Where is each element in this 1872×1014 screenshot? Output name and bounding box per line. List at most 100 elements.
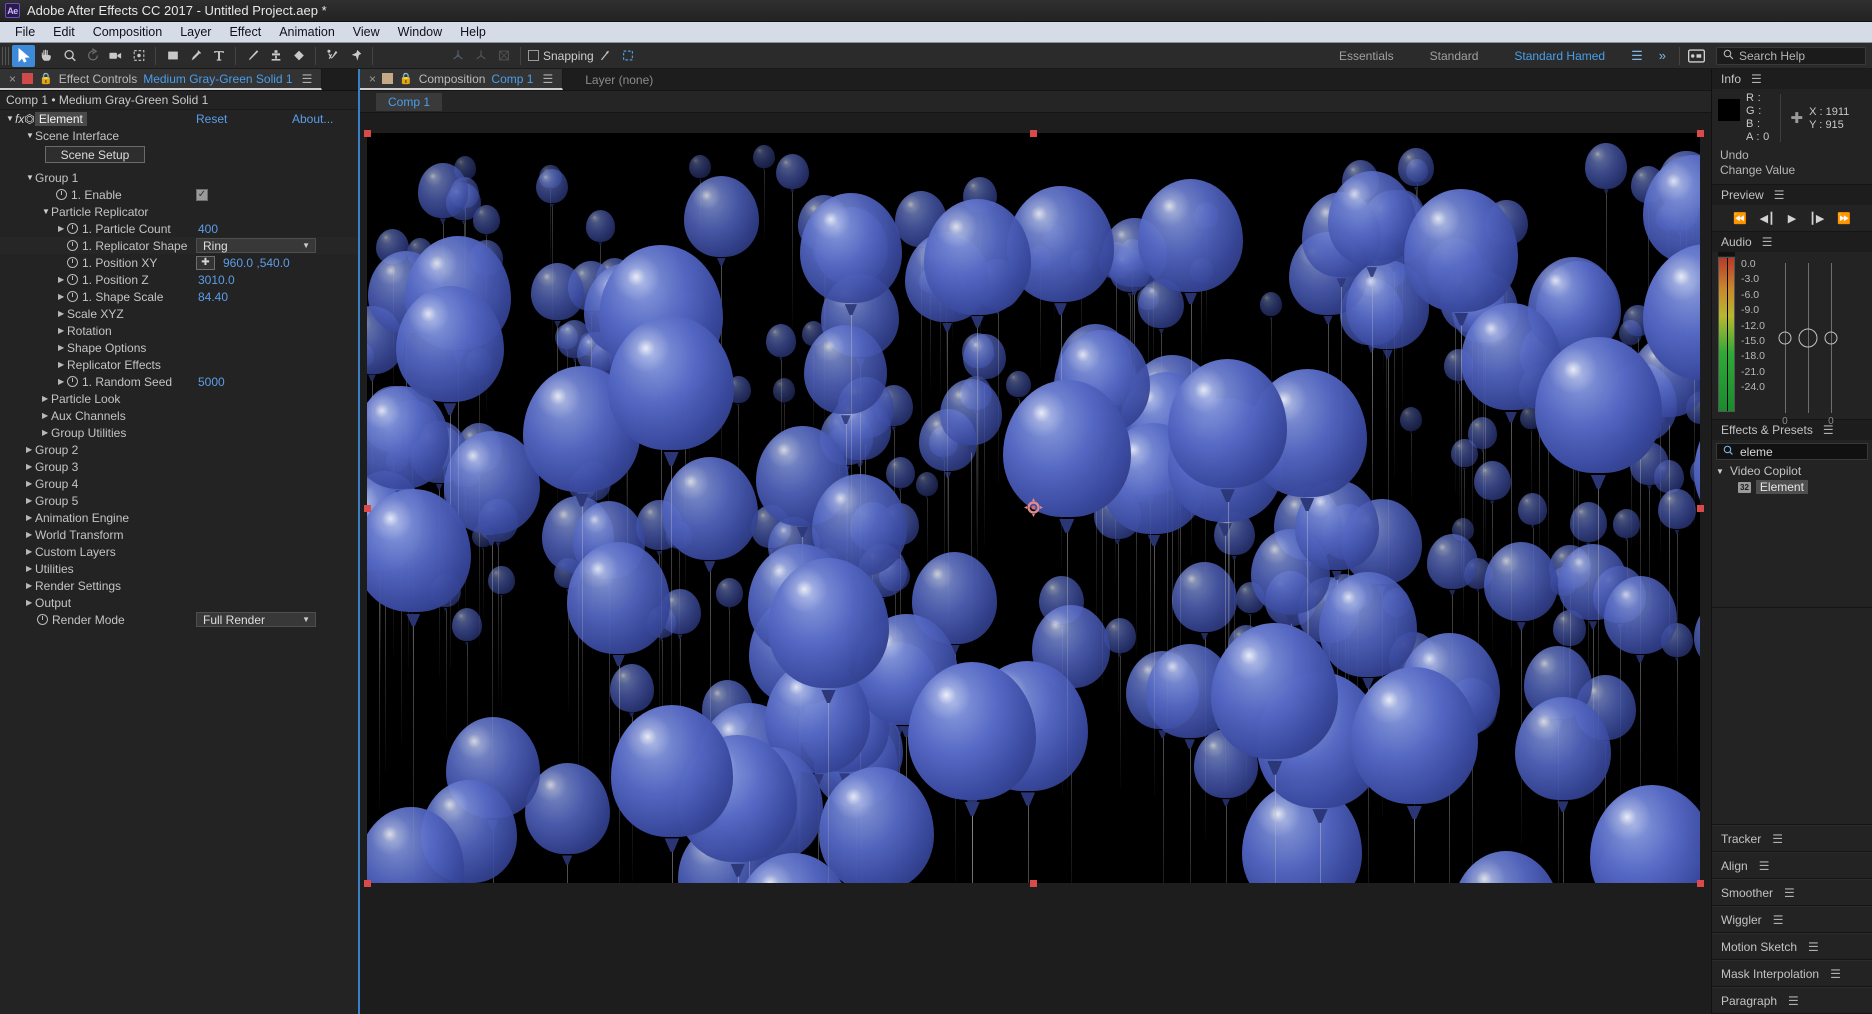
snapping-toggle[interactable]: Snapping [528, 49, 594, 63]
selection-handle-tc[interactable] [1030, 130, 1037, 137]
shape-scale-value[interactable]: 84.40 [198, 290, 228, 304]
hand-tool-icon[interactable] [35, 45, 58, 67]
row-utilities[interactable]: ▶ Utilities [0, 560, 358, 577]
panel-menu-icon[interactable]: ☰ [1830, 967, 1841, 981]
expand-triangle-icon[interactable]: ▶ [58, 343, 67, 352]
panel-menu-icon[interactable]: ☰ [1784, 886, 1795, 900]
menu-help[interactable]: Help [451, 22, 495, 42]
row-position-xy[interactable]: 1. Position XY ✚ 960.0 ,540.0 [0, 254, 358, 271]
panel-menu-icon[interactable]: ☰ [1773, 913, 1784, 927]
position-xy-value[interactable]: 960.0 ,540.0 [223, 256, 290, 270]
stopwatch-icon[interactable] [37, 614, 48, 625]
panel-menu-icon[interactable]: ☰ [1759, 859, 1770, 873]
fader-knob[interactable] [1798, 328, 1818, 348]
expand-triangle-icon[interactable]: ▼ [6, 114, 15, 123]
eraser-tool-icon[interactable] [287, 45, 310, 67]
anchor-point-icon[interactable] [1024, 498, 1043, 517]
paragraph-panel-header[interactable]: Paragraph ☰ [1712, 987, 1872, 1014]
menu-window[interactable]: Window [389, 22, 451, 42]
expand-triangle-icon[interactable]: ▶ [26, 479, 35, 488]
workspace-overflow-icon[interactable]: » [1651, 43, 1674, 69]
lock-icon[interactable]: 🔒 [39, 72, 53, 85]
row-custom-layers[interactable]: ▶ Custom Layers [0, 543, 358, 560]
selection-handle-br[interactable] [1697, 880, 1704, 887]
random-seed-value[interactable]: 5000 [198, 375, 225, 389]
roto-brush-tool-icon[interactable] [321, 45, 344, 67]
effects-group-video-copilot[interactable]: ▼ Video Copilot [1712, 463, 1872, 479]
smoother-panel-header[interactable]: Smoother ☰ [1712, 879, 1872, 906]
selection-handle-ml[interactable] [364, 505, 371, 512]
puppet-pin-tool-icon[interactable] [344, 45, 367, 67]
row-particle-replicator[interactable]: ▼ Particle Replicator [0, 203, 358, 220]
expand-triangle-icon[interactable]: ▶ [26, 530, 35, 539]
selection-handle-tl[interactable] [364, 130, 371, 137]
expand-triangle-icon[interactable]: ▶ [26, 496, 35, 505]
row-replicator-effects[interactable]: ▶ Replicator Effects [0, 356, 358, 373]
effects-search-input[interactable]: eleme [1716, 443, 1868, 460]
row-replicator-shape[interactable]: 1. Replicator Shape Ring ▼ [0, 237, 358, 254]
expand-triangle-icon[interactable]: ▶ [58, 292, 67, 301]
stopwatch-icon[interactable] [67, 376, 78, 387]
next-frame-icon[interactable]: ┃▶ [1809, 212, 1824, 225]
row-group-4[interactable]: ▶ Group 4 [0, 475, 358, 492]
selection-handle-bc[interactable] [1030, 880, 1037, 887]
panel-menu-icon[interactable]: ☰ [302, 72, 313, 86]
row-particle-count[interactable]: ▶ 1. Particle Count 400 [0, 220, 358, 237]
row-group-5[interactable]: ▶ Group 5 [0, 492, 358, 509]
row-shape-options[interactable]: ▶ Shape Options [0, 339, 358, 356]
wiggler-panel-header[interactable]: Wiggler ☰ [1712, 906, 1872, 933]
expand-triangle-icon[interactable]: ▶ [26, 462, 35, 471]
expand-triangle-icon[interactable]: ▶ [58, 360, 67, 369]
motion-sketch-panel-header[interactable]: Motion Sketch ☰ [1712, 933, 1872, 960]
shape-tool-icon[interactable] [161, 45, 184, 67]
row-position-z[interactable]: ▶ 1. Position Z 3010.0 [0, 271, 358, 288]
selection-tool-icon[interactable] [12, 44, 35, 67]
row-group-2[interactable]: ▶ Group 2 [0, 441, 358, 458]
menu-edit[interactable]: Edit [44, 22, 84, 42]
selection-handle-bl[interactable] [364, 880, 371, 887]
row-render-settings[interactable]: ▶ Render Settings [0, 577, 358, 594]
orbit-camera-icon[interactable] [469, 45, 492, 67]
enable-checkbox[interactable]: ✓ [196, 188, 208, 201]
stopwatch-icon[interactable] [67, 240, 78, 251]
replicator-shape-dropdown[interactable]: Ring ▼ [196, 238, 316, 253]
stopwatch-icon[interactable] [56, 189, 67, 200]
panel-menu-icon[interactable]: ☰ [1774, 188, 1785, 202]
panel-menu-icon[interactable]: ☰ [1762, 235, 1773, 249]
mask-interpolation-panel-header[interactable]: Mask Interpolation ☰ [1712, 960, 1872, 987]
menu-view[interactable]: View [344, 22, 389, 42]
prev-frame-icon[interactable]: ◀┃ [1760, 212, 1775, 225]
camera-tool-icon[interactable] [104, 45, 127, 67]
position-picker-icon[interactable]: ✚ [196, 255, 215, 270]
row-animation-engine[interactable]: ▶ Animation Engine [0, 509, 358, 526]
expand-triangle-icon[interactable]: ▼ [1716, 467, 1725, 476]
expand-triangle-icon[interactable]: ▶ [26, 513, 35, 522]
render-mode-dropdown[interactable]: Full Render ▼ [196, 612, 316, 627]
row-rotation[interactable]: ▶ Rotation [0, 322, 358, 339]
panel-menu-icon[interactable]: ☰ [1808, 940, 1819, 954]
expand-triangle-icon[interactable]: ▶ [58, 326, 67, 335]
expand-triangle-icon[interactable]: ▶ [26, 564, 35, 573]
panel-menu-icon[interactable]: ☰ [1751, 72, 1762, 86]
reset-link[interactable]: Reset [196, 112, 227, 126]
tab-effect-controls[interactable]: × 🔒 Effect Controls Medium Gray-Green So… [0, 69, 323, 90]
expand-triangle-icon[interactable]: ▼ [26, 173, 35, 182]
workspace-standard-hamed[interactable]: Standard Hamed [1496, 43, 1623, 69]
stopwatch-icon[interactable] [67, 223, 78, 234]
scene-setup-button[interactable]: Scene Setup [45, 146, 145, 163]
row-output[interactable]: ▶ Output [0, 594, 358, 611]
tab-composition[interactable]: × 🔒 Composition Comp 1 ☰ [360, 69, 564, 90]
row-render-mode[interactable]: Render Mode Full Render ▼ [0, 611, 358, 628]
menu-file[interactable]: File [6, 22, 44, 42]
toolbar-grip[interactable] [2, 46, 9, 65]
row-group-1[interactable]: ▼ Group 1 [0, 169, 358, 186]
expand-triangle-icon[interactable]: ▶ [42, 428, 51, 437]
snap-box-icon[interactable] [617, 45, 640, 67]
fader-right[interactable]: 0 [1824, 263, 1838, 427]
workspace-standard[interactable]: Standard [1412, 43, 1497, 69]
expand-triangle-icon[interactable]: ▶ [58, 224, 67, 233]
row-particle-look[interactable]: ▶ Particle Look [0, 390, 358, 407]
row-group-utilities[interactable]: ▶ Group Utilities [0, 424, 358, 441]
track-camera-icon[interactable] [492, 45, 515, 67]
menu-animation[interactable]: Animation [270, 22, 344, 42]
